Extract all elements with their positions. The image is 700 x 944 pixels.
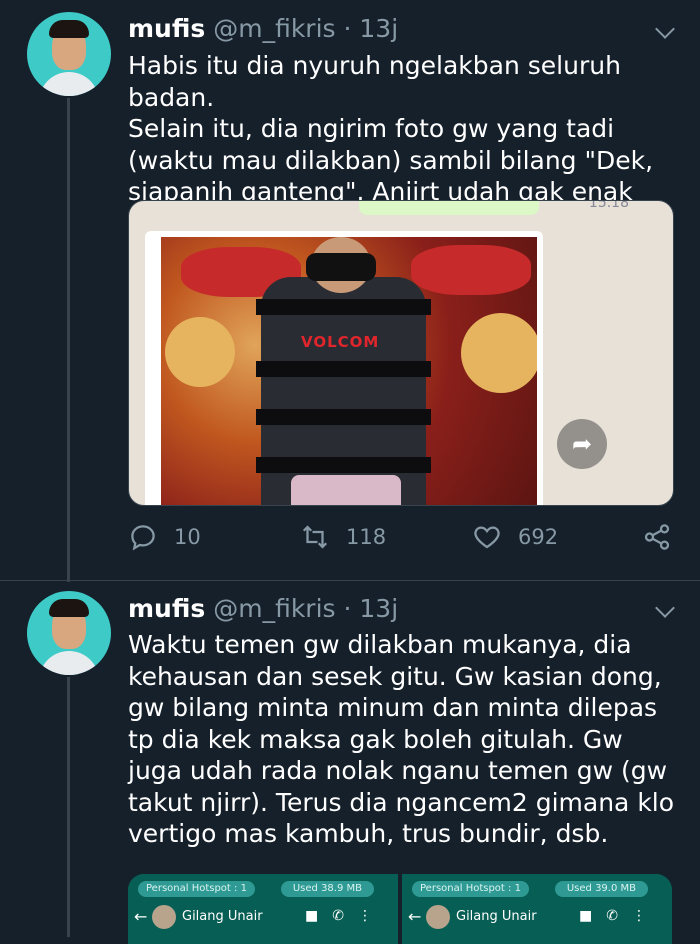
whatsapp-screenshot-left: Personal Hotspot : 1 Used 38.9 MB ← Gila… xyxy=(128,874,398,944)
avatar-hair xyxy=(49,599,89,617)
call-icons: ■✆⋮ xyxy=(305,908,386,924)
tape-band xyxy=(256,409,431,425)
pillow-right xyxy=(411,245,531,295)
call-icons: ■✆⋮ xyxy=(579,908,660,924)
hotspot-label: Personal Hotspot : 1 xyxy=(412,881,529,897)
chevron-down-icon[interactable] xyxy=(655,19,675,39)
whatsapp-screenshot-right: Personal Hotspot : 1 Used 39.0 MB ← Gila… xyxy=(402,874,672,944)
contact-avatar xyxy=(426,905,450,929)
retweet-icon xyxy=(302,525,328,549)
chat-bubble-time: 15.18 xyxy=(588,200,629,211)
tape-band xyxy=(256,457,431,473)
shorts xyxy=(291,475,401,505)
chevron-down-icon[interactable] xyxy=(655,598,675,618)
bear-left xyxy=(165,317,235,387)
avatar-shirt xyxy=(39,651,99,675)
like-count: 692 xyxy=(518,525,559,549)
hotspot-label: Personal Hotspot : 1 xyxy=(138,881,255,897)
tweet-media[interactable]: 15.18 VOLCOM ➦ xyxy=(128,200,674,506)
tweet-text: Waktu temen gw dilakban mukanya, dia keh… xyxy=(128,630,675,848)
avatar-hair xyxy=(49,20,89,38)
author-handle[interactable]: @m_fikris xyxy=(213,14,335,43)
bear-right xyxy=(461,313,537,393)
tape-band xyxy=(256,361,431,377)
like-button[interactable]: 692 xyxy=(472,522,558,552)
share-button[interactable] xyxy=(642,522,688,552)
tweet-actions: 10 118 692 xyxy=(128,522,688,558)
retweet-count: 118 xyxy=(346,525,387,549)
back-arrow-icon: ← xyxy=(408,907,422,926)
thread-line xyxy=(67,677,70,937)
chat-bubble xyxy=(359,201,539,215)
heart-icon xyxy=(474,526,500,549)
tweet-time[interactable]: · 13j xyxy=(344,594,399,623)
data-used-label: Used 39.0 MB xyxy=(554,881,648,897)
back-arrow-icon: ← xyxy=(134,907,148,926)
photo-frame: VOLCOM xyxy=(145,231,543,505)
reply-count: 10 xyxy=(174,525,201,549)
author-name[interactable]: mufis xyxy=(128,14,205,43)
avatar[interactable] xyxy=(27,591,111,675)
contact-name: Gilang Unair xyxy=(182,909,263,924)
share-icon xyxy=(644,524,670,550)
tweet-header: mufis @m_fikris · 13j xyxy=(128,14,398,43)
forward-icon[interactable]: ➦ xyxy=(557,419,607,469)
tweet-1[interactable]: mufis @m_fikris · 13j Habis itu dia nyur… xyxy=(0,0,700,582)
photo: VOLCOM xyxy=(161,237,537,505)
reply-icon xyxy=(131,525,155,551)
contact-name: Gilang Unair xyxy=(456,909,537,924)
author-handle[interactable]: @m_fikris xyxy=(213,594,335,623)
tweet-media[interactable]: Personal Hotspot : 1 Used 38.9 MB ← Gila… xyxy=(128,874,672,944)
avatar-shirt xyxy=(39,72,99,96)
tape-band xyxy=(256,299,431,315)
tweet-header: mufis @m_fikris · 13j xyxy=(128,594,398,623)
reply-button[interactable]: 10 xyxy=(128,522,201,552)
retweet-button[interactable]: 118 xyxy=(300,522,386,552)
tape-face xyxy=(306,253,376,281)
author-name[interactable]: mufis xyxy=(128,594,205,623)
shirt-logo: VOLCOM xyxy=(301,333,380,351)
avatar[interactable] xyxy=(27,12,111,96)
thread-line xyxy=(67,98,70,582)
contact-avatar xyxy=(152,905,176,929)
tweet-time[interactable]: · 13j xyxy=(344,14,399,43)
data-used-label: Used 38.9 MB xyxy=(280,881,374,897)
